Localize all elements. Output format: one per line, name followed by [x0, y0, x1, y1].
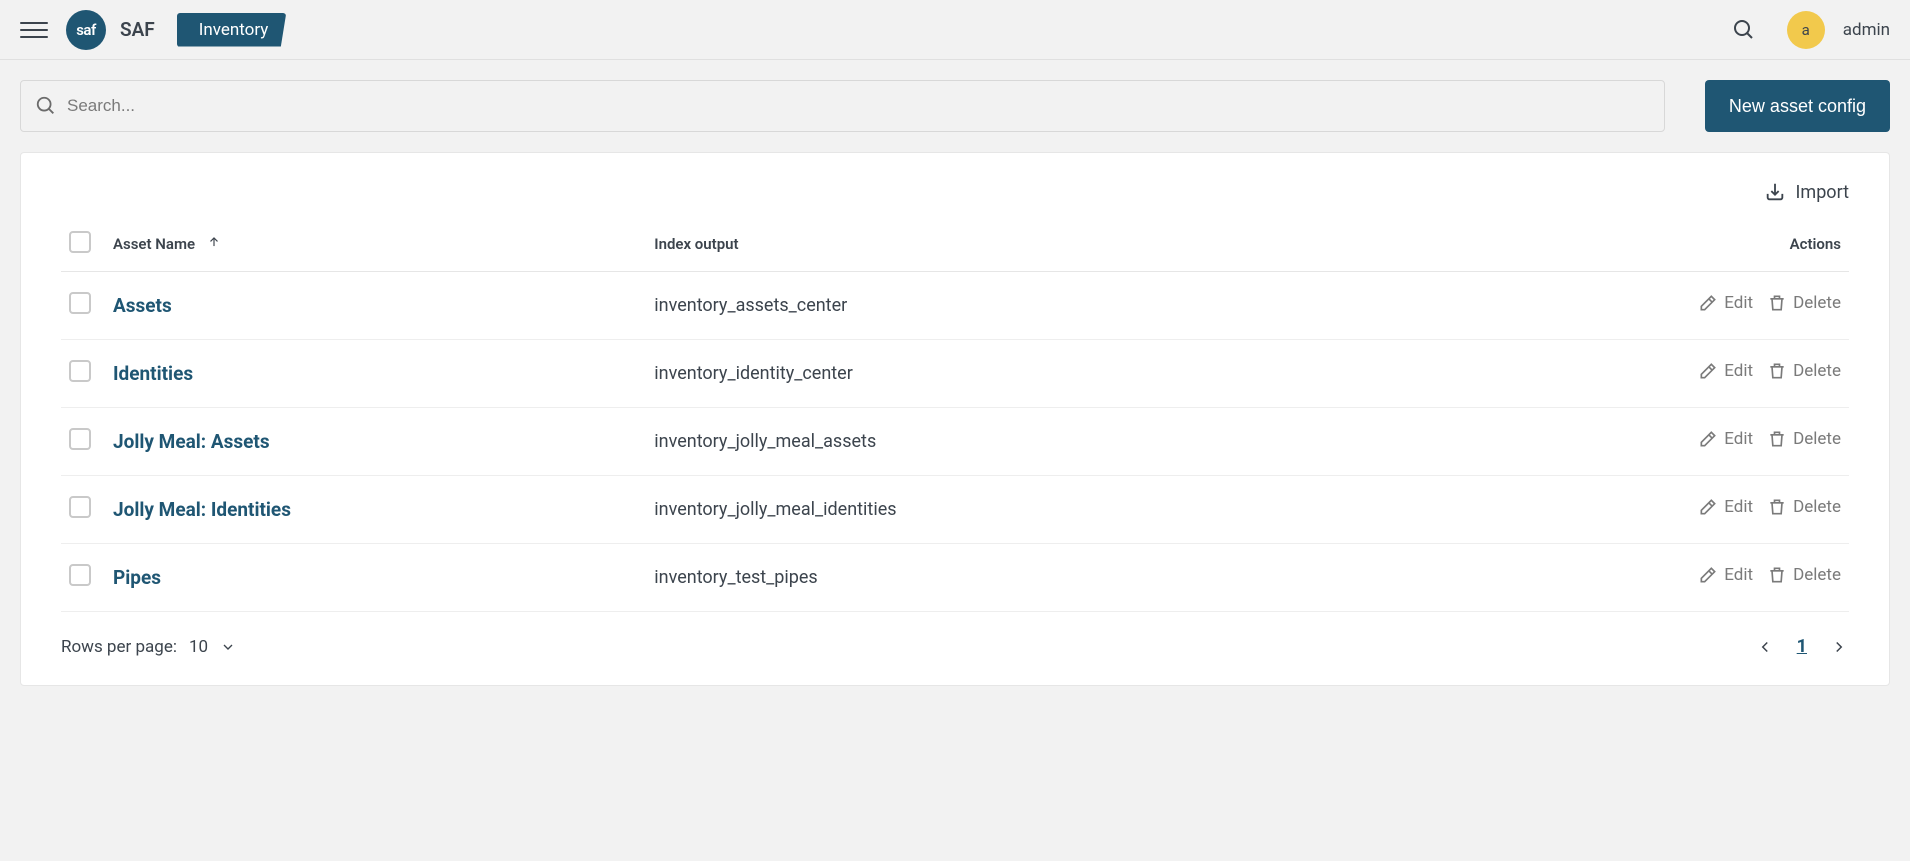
sort-arrow-up-icon — [207, 235, 221, 249]
delete-label: Delete — [1793, 361, 1841, 381]
delete-icon — [1767, 293, 1787, 313]
chevron-down-icon — [220, 639, 236, 655]
delete-icon — [1767, 497, 1787, 517]
edit-icon — [1698, 361, 1718, 381]
edit-button[interactable]: Edit — [1698, 361, 1753, 381]
app-logo-text: saf — [76, 21, 96, 39]
page-number[interactable]: 1 — [1797, 636, 1807, 657]
chevron-right-icon — [1830, 638, 1848, 656]
app-logo: saf — [66, 10, 106, 50]
edit-icon — [1698, 565, 1718, 585]
avatar-initial: a — [1802, 21, 1810, 39]
col-index-output[interactable]: Index output — [646, 221, 1367, 272]
asset-link[interactable]: Jolly Meal: Assets — [113, 430, 270, 453]
table-row: Identities inventory_identity_center Edit D… — [61, 340, 1849, 408]
delete-icon — [1767, 565, 1787, 585]
index-output: inventory_jolly_meal_assets — [646, 408, 1367, 476]
index-output: inventory_assets_center — [646, 272, 1367, 340]
topbar-search-button[interactable] — [1731, 17, 1757, 43]
next-page-button[interactable] — [1829, 637, 1849, 657]
asset-link[interactable]: Jolly Meal: Identities — [113, 498, 291, 521]
table-row: Jolly Meal: Assets inventory_jolly_meal_a… — [61, 408, 1849, 476]
menu-button[interactable] — [20, 16, 48, 44]
import-icon — [1764, 181, 1786, 203]
table-row: Jolly Meal: Identities inventory_jolly_me… — [61, 476, 1849, 544]
delete-icon — [1767, 361, 1787, 381]
edit-label: Edit — [1724, 361, 1753, 381]
row-checkbox[interactable] — [69, 564, 91, 586]
new-asset-config-button[interactable]: New asset config — [1705, 80, 1890, 132]
edit-button[interactable]: Edit — [1698, 497, 1753, 517]
delete-label: Delete — [1793, 429, 1841, 449]
asset-link[interactable]: Pipes — [113, 566, 161, 589]
delete-icon — [1767, 429, 1787, 449]
pager: 1 — [1755, 636, 1849, 657]
search-icon — [35, 95, 57, 117]
asset-link[interactable]: Identities — [113, 362, 193, 385]
rows-per-page[interactable]: Rows per page: 10 — [61, 637, 236, 657]
search-input[interactable] — [67, 96, 1650, 116]
edit-label: Edit — [1724, 293, 1753, 313]
edit-button[interactable]: Edit — [1698, 429, 1753, 449]
edit-icon — [1698, 497, 1718, 517]
import-button[interactable]: Import — [1764, 181, 1849, 203]
import-label: Import — [1796, 182, 1849, 203]
col-asset-name[interactable]: Asset Name — [105, 221, 646, 272]
edit-icon — [1698, 429, 1718, 449]
row-checkbox[interactable] — [69, 292, 91, 314]
edit-label: Edit — [1724, 429, 1753, 449]
col-actions: Actions — [1367, 221, 1849, 272]
search-box[interactable] — [20, 80, 1665, 132]
row-checkbox[interactable] — [69, 496, 91, 518]
chevron-left-icon — [1756, 638, 1774, 656]
select-all-checkbox[interactable] — [69, 231, 91, 253]
delete-button[interactable]: Delete — [1767, 429, 1841, 449]
edit-button[interactable]: Edit — [1698, 565, 1753, 585]
index-output: inventory_test_pipes — [646, 544, 1367, 612]
asset-card: Import Asset Name Index output Actio — [20, 152, 1890, 686]
avatar[interactable]: a — [1787, 11, 1825, 49]
row-checkbox[interactable] — [69, 428, 91, 450]
edit-button[interactable]: Edit — [1698, 293, 1753, 313]
edit-label: Edit — [1724, 497, 1753, 517]
rows-per-page-label: Rows per page: — [61, 637, 177, 657]
edit-icon — [1698, 293, 1718, 313]
asset-table: Asset Name Index output Actions Assets in… — [61, 221, 1849, 612]
asset-link[interactable]: Assets — [113, 294, 172, 317]
delete-button[interactable]: Delete — [1767, 361, 1841, 381]
table-row: Pipes inventory_test_pipes Edit Delete — [61, 544, 1849, 612]
rows-per-page-value: 10 — [189, 637, 208, 657]
delete-button[interactable]: Delete — [1767, 497, 1841, 517]
index-output: inventory_jolly_meal_identities — [646, 476, 1367, 544]
index-output: inventory_identity_center — [646, 340, 1367, 408]
app-name: SAF — [120, 18, 155, 41]
delete-label: Delete — [1793, 293, 1841, 313]
delete-button[interactable]: Delete — [1767, 293, 1841, 313]
row-checkbox[interactable] — [69, 360, 91, 382]
delete-label: Delete — [1793, 497, 1841, 517]
search-icon — [1732, 18, 1756, 42]
delete-label: Delete — [1793, 565, 1841, 585]
username[interactable]: admin — [1843, 20, 1890, 40]
nav-inventory[interactable]: Inventory — [177, 13, 287, 47]
prev-page-button[interactable] — [1755, 637, 1775, 657]
delete-button[interactable]: Delete — [1767, 565, 1841, 585]
table-row: Assets inventory_assets_center Edit Delete — [61, 272, 1849, 340]
edit-label: Edit — [1724, 565, 1753, 585]
topbar: saf SAF Inventory a admin — [0, 0, 1910, 60]
